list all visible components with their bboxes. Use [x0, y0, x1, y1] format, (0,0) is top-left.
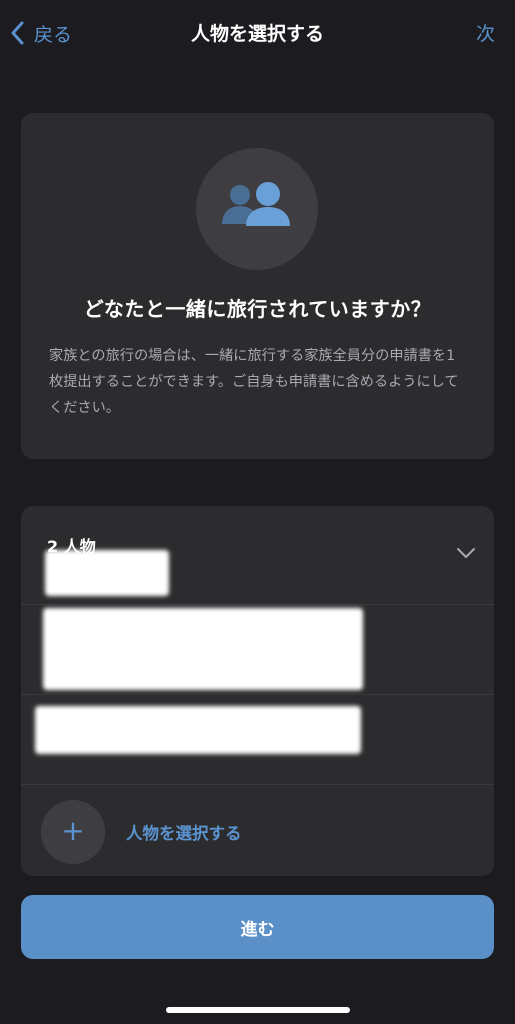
people-icon: [222, 182, 290, 226]
redacted-person-row[interactable]: [35, 706, 361, 754]
proceed-button[interactable]: 進む: [21, 895, 494, 959]
info-card: どなたと一緒に旅行されていますか？ 家族との旅行の場合は、一緒に旅行する家族全員…: [21, 113, 494, 459]
card-description: 家族との旅行の場合は、一緒に旅行する家族全員分の申請書を1枚提出することができま…: [49, 348, 459, 416]
add-person-label[interactable]: 人物を選択する: [126, 820, 242, 844]
divider: [21, 694, 494, 695]
card-heading: どなたと一緒に旅行されていますか？: [83, 297, 432, 321]
redacted-name: [45, 550, 169, 596]
plus-icon: +: [61, 814, 85, 847]
people-card: 2 人物 + 人物を選択する: [21, 506, 494, 876]
chevron-down-icon[interactable]: [456, 547, 476, 559]
navigation-bar: 戻る 人物を選択する 次: [0, 0, 515, 66]
people-avatar: [196, 148, 318, 270]
divider: [21, 784, 494, 785]
add-person-button[interactable]: +: [41, 800, 105, 864]
redacted-person-row[interactable]: [43, 608, 363, 690]
divider: [21, 604, 494, 605]
page-title: 人物を選択する: [190, 23, 324, 45]
next-button[interactable]: 次: [476, 19, 495, 46]
add-person-row[interactable]: + 人物を選択する: [21, 786, 494, 876]
home-indicator: [166, 1007, 350, 1013]
